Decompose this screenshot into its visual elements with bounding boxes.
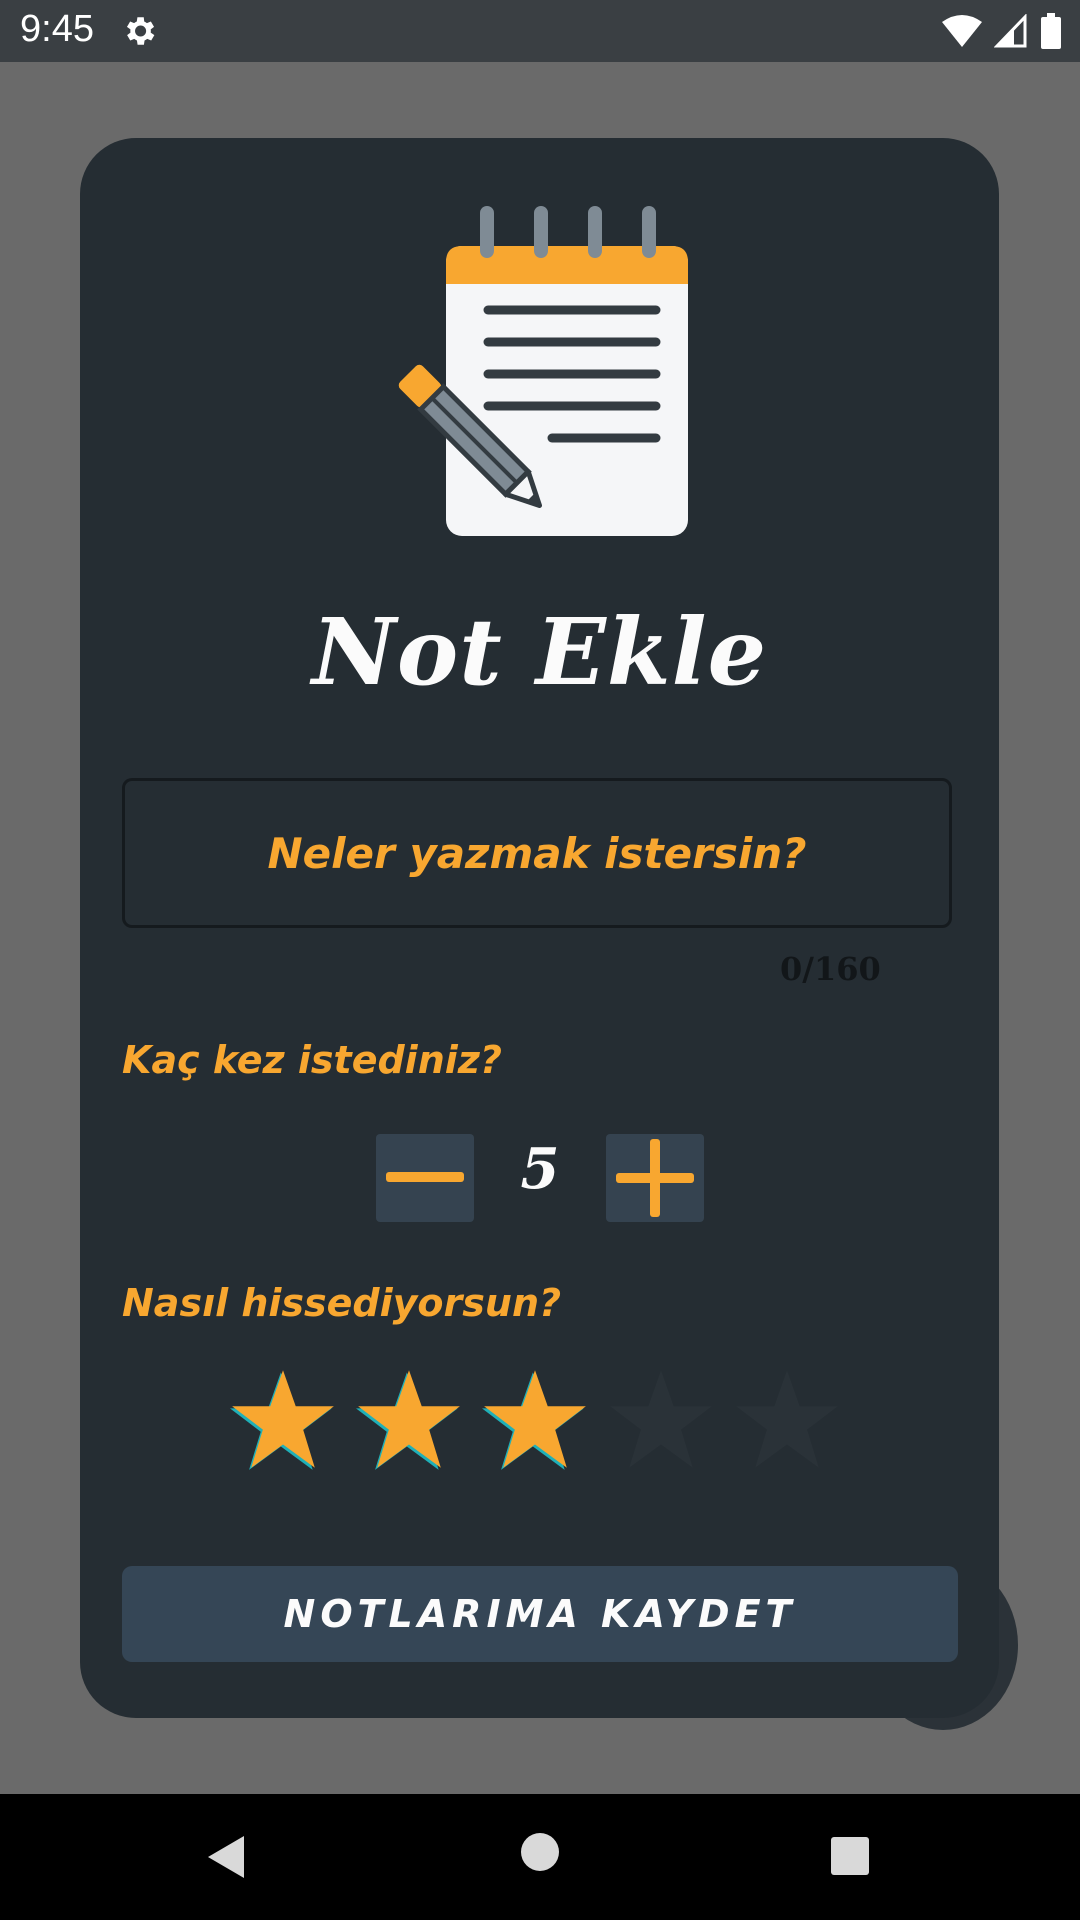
notepad-icon — [398, 206, 688, 536]
navigation-bar — [0, 1794, 1080, 1920]
character-counter: 0/160 — [780, 950, 881, 988]
battery-icon — [1041, 13, 1061, 49]
note-input[interactable]: Neler yazmak istersin? — [122, 778, 952, 928]
rating-bar[interactable] — [230, 1366, 840, 1472]
note-input-placeholder: Neler yazmak istersin? — [267, 828, 807, 878]
signal-icon — [994, 14, 1027, 48]
add-note-dialog: Not Ekle Neler yazmak istersin? 0/160 Ka… — [80, 138, 999, 1718]
quantity-value: 5 — [520, 1136, 560, 1202]
gear-icon — [126, 17, 155, 45]
star-filled-icon[interactable] — [230, 1366, 336, 1472]
increase-button[interactable] — [606, 1134, 704, 1222]
back-icon[interactable] — [204, 1832, 254, 1882]
dialog-title: Not Ekle — [311, 598, 768, 706]
save-button[interactable]: NOTLARIMA KAYDET — [122, 1566, 958, 1662]
recent-apps-icon[interactable] — [830, 1836, 870, 1876]
star-empty-icon[interactable] — [608, 1366, 714, 1472]
minus-icon — [386, 1172, 464, 1182]
feeling-label: Nasıl hissediyorsun? — [122, 1281, 562, 1325]
status-icons — [942, 12, 1062, 50]
decrease-button[interactable] — [376, 1134, 474, 1222]
status-bar: 9:45 — [0, 0, 1080, 62]
wifi-icon — [942, 15, 982, 47]
home-icon[interactable] — [520, 1832, 560, 1872]
star-empty-icon[interactable] — [734, 1366, 840, 1472]
status-time: 9:45 — [20, 8, 94, 50]
plus-icon — [616, 1139, 694, 1217]
quantity-label: Kaç kez istediniz? — [122, 1038, 502, 1082]
star-filled-icon[interactable] — [356, 1366, 462, 1472]
star-filled-icon[interactable] — [482, 1366, 588, 1472]
